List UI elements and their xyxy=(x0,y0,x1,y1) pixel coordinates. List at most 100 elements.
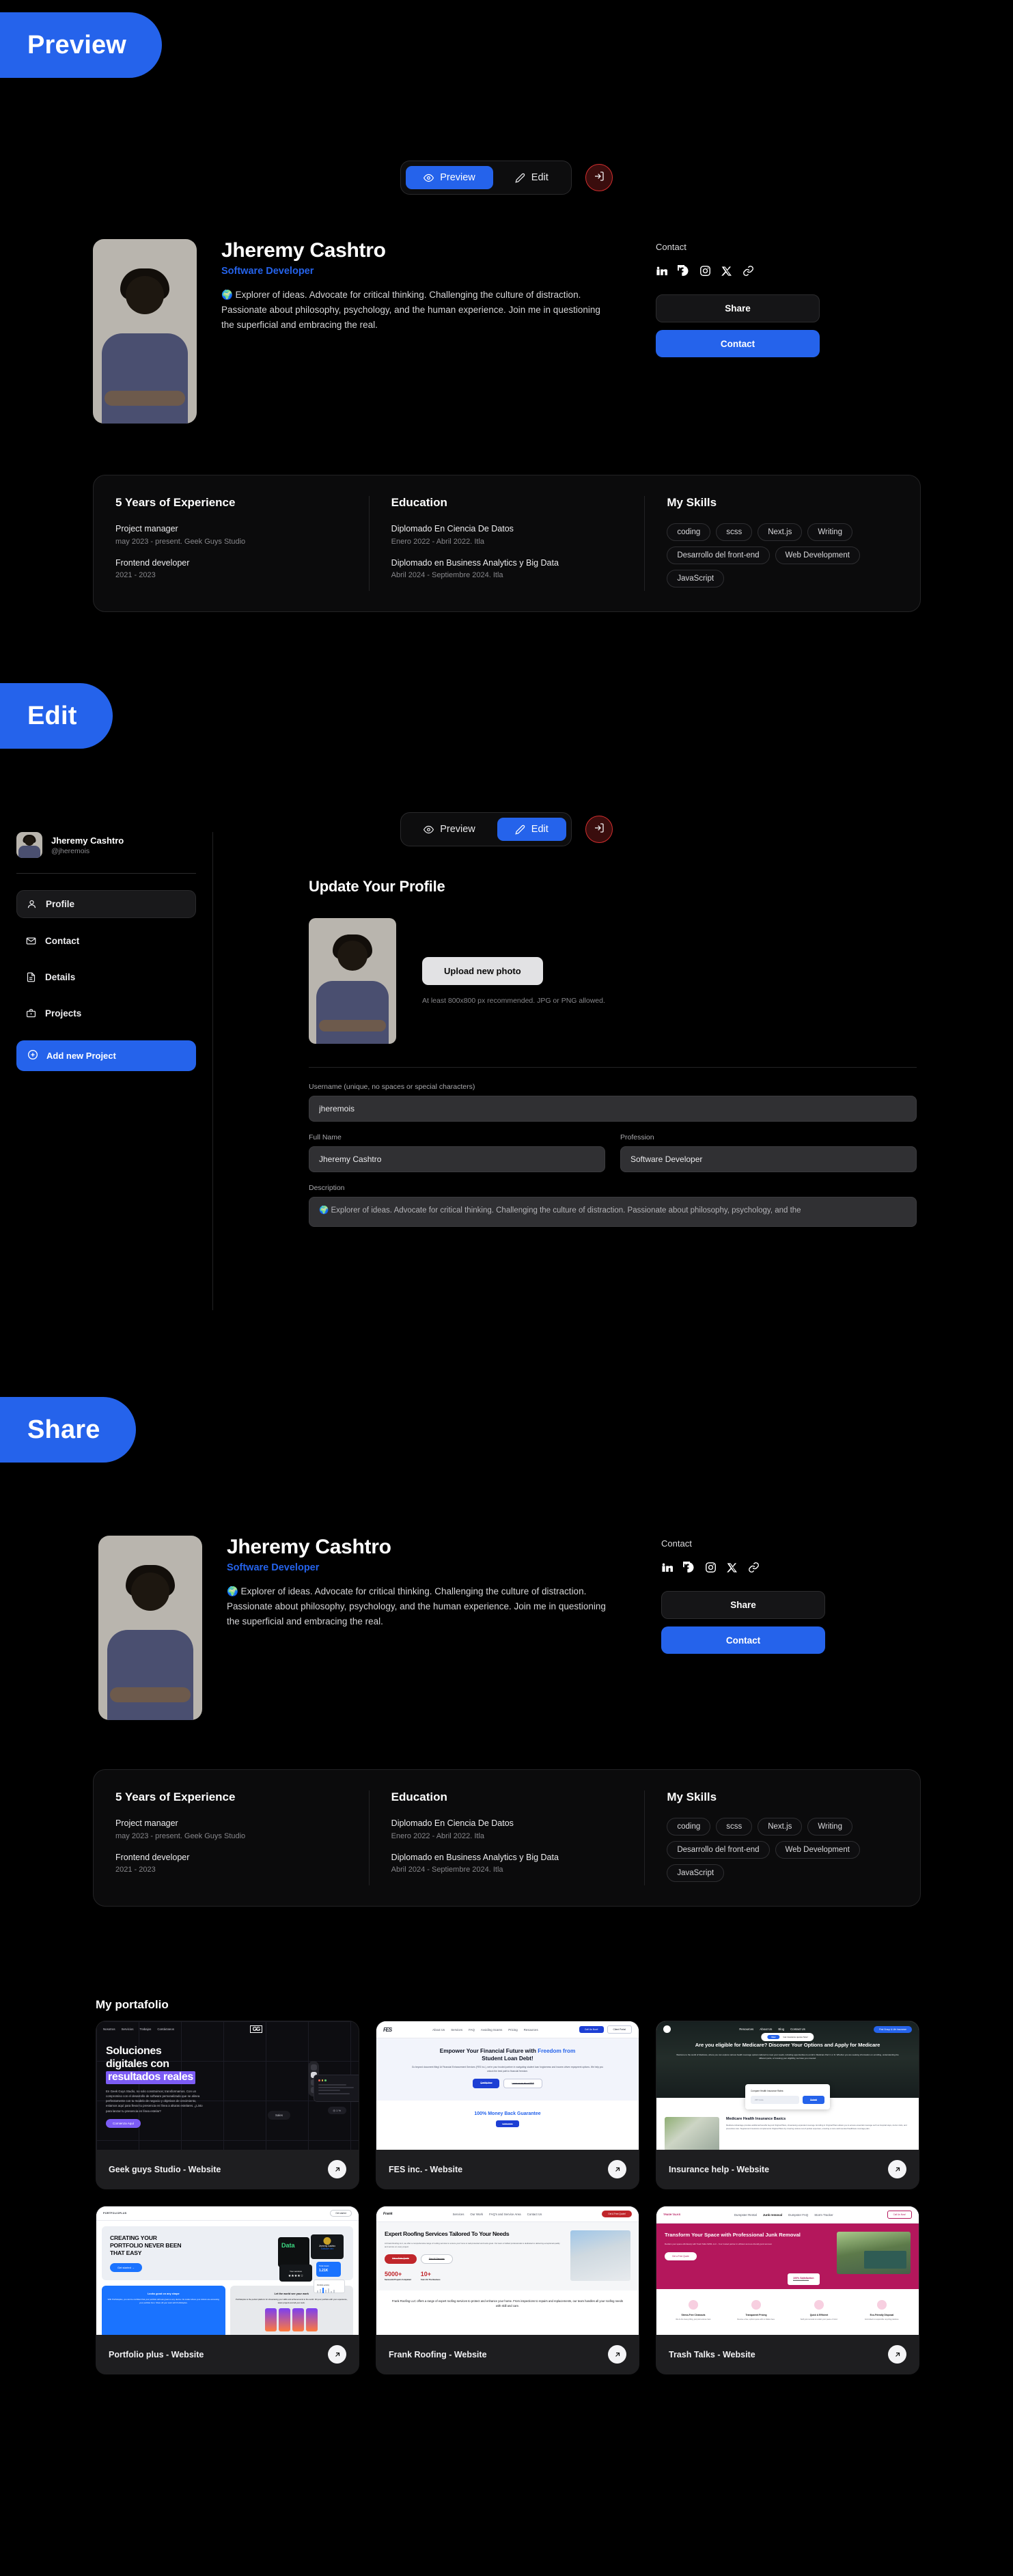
mock-feature-body: We do the heavy lifting, just point and … xyxy=(676,2318,711,2321)
project-screenshot: PORTFOLIOPLUS Get started CREATING YOUR … xyxy=(96,2206,359,2335)
x-icon[interactable] xyxy=(727,1562,738,1573)
portfolio-grid: Nosotros Servicios Trabajos Contáctanos … xyxy=(96,2021,919,2374)
project-name: Insurance help - Website xyxy=(669,2164,770,2174)
profession-input[interactable] xyxy=(620,1146,917,1172)
mock-cta: Get a Free Quote xyxy=(665,2252,697,2260)
mock-heading-highlight: resultados reales xyxy=(106,2071,195,2084)
mock-cta: Find Group & Life Insurance xyxy=(874,2025,912,2033)
facebook-icon[interactable] xyxy=(683,1562,695,1573)
pencil-icon xyxy=(515,825,525,835)
link-icon[interactable] xyxy=(748,1562,760,1573)
x-icon[interactable] xyxy=(721,266,732,277)
sidebar-item-label: Contact xyxy=(45,936,80,946)
skill-chip[interactable]: JavaScript xyxy=(667,570,725,587)
skill-chip[interactable]: Next.js xyxy=(758,523,803,541)
skill-chip[interactable]: scss xyxy=(716,523,753,541)
experience-entry: Frontend developer 2021 - 2023 xyxy=(115,557,347,580)
skill-chip[interactable]: Next.js xyxy=(758,1818,803,1836)
mock-nav-item: Services xyxy=(452,2212,464,2216)
preview-tab[interactable]: Preview xyxy=(406,818,493,841)
mock-views-label: Total views xyxy=(319,2265,329,2267)
view-mode-segmented-control: Preview Edit xyxy=(400,812,572,846)
project-name: Frank Roofing - Website xyxy=(389,2349,487,2359)
entry-meta: Enero 2022 - Abril 2022. Itla xyxy=(391,537,485,546)
skill-chip[interactable]: Web Development xyxy=(775,1841,860,1859)
open-project-arrow-icon[interactable] xyxy=(608,2160,626,2178)
edit-tab[interactable]: Edit xyxy=(497,818,566,841)
project-screenshot: Nosotros Servicios Trabajos Contáctanos … xyxy=(96,2021,359,2150)
sidebar-item-details[interactable]: Details xyxy=(16,964,196,991)
mock-logo: GG xyxy=(249,2025,263,2033)
mock-nav-item: Our Work xyxy=(470,2212,484,2216)
description-textarea[interactable] xyxy=(309,1197,917,1227)
mock-card-activity: Portfolio activity xyxy=(314,2280,345,2293)
project-card-insurance-help[interactable]: Resources About Us Blog Contact Us Find … xyxy=(656,2021,919,2189)
open-project-arrow-icon[interactable] xyxy=(328,2345,346,2364)
open-project-arrow-icon[interactable] xyxy=(608,2345,626,2364)
experience-column: 5 Years of Experience Project manager ma… xyxy=(94,1790,369,1885)
mock-body: Go beyond document filing! At Financial … xyxy=(411,2066,604,2073)
mock-nav-item: Resources xyxy=(739,2027,754,2031)
profile-bio: 🌍 Explorer of ideas. Advocate for critic… xyxy=(221,290,600,330)
mock-feature-title: Stress-Free Cleanouts xyxy=(681,2314,706,2316)
sidebar-item-profile[interactable]: Profile xyxy=(16,890,196,918)
skill-chip[interactable]: JavaScript xyxy=(667,1864,725,1882)
skill-chip[interactable]: coding xyxy=(667,523,711,541)
open-project-arrow-icon[interactable] xyxy=(328,2160,346,2178)
link-icon[interactable] xyxy=(743,265,754,277)
project-card-geek-guys[interactable]: Nosotros Servicios Trabajos Contáctanos … xyxy=(96,2021,359,2189)
skill-chip[interactable]: Desarrollo del front-end xyxy=(667,1841,770,1859)
username-input[interactable] xyxy=(309,1096,917,1122)
project-card-trash-talks[interactable]: TRASH TALKS Dumpster Rental Junk removal… xyxy=(656,2206,919,2374)
share-button[interactable]: Share xyxy=(661,1591,825,1619)
skill-chip[interactable]: scss xyxy=(716,1818,753,1836)
sidebar-item-contact[interactable]: Contact xyxy=(16,928,196,954)
skill-chip[interactable]: Web Development xyxy=(775,546,860,564)
fullname-input[interactable] xyxy=(309,1146,605,1172)
sidebar-item-projects[interactable]: Projects xyxy=(16,1000,196,1027)
logout-button[interactable] xyxy=(585,164,613,191)
instagram-icon[interactable] xyxy=(705,1562,717,1573)
mock-heading-line: Empower Your Financial Future with xyxy=(439,2048,538,2054)
contact-button[interactable]: Contact xyxy=(656,330,820,357)
project-card-frank-roofing[interactable]: Frank Services Our Work FAQ's and Servic… xyxy=(376,2206,639,2374)
edit-tab[interactable]: Edit xyxy=(497,166,566,189)
project-name: Geek guys Studio - Website xyxy=(109,2164,221,2174)
open-project-arrow-icon[interactable] xyxy=(888,2345,906,2364)
mock-nav-item: Nosotros xyxy=(103,2027,115,2031)
open-project-arrow-icon[interactable] xyxy=(888,2160,906,2178)
mock-cta: Get started → xyxy=(110,2263,142,2272)
skill-chip[interactable]: coding xyxy=(667,1818,711,1836)
contact-button[interactable]: Contact xyxy=(661,1626,825,1654)
view-mode-segmented-control: Preview Edit xyxy=(400,161,572,195)
project-card-fes[interactable]: FES About Us Services FAQ Avoiding Scams… xyxy=(376,2021,639,2189)
photo-upload-row: Upload new photo At least 800x800 px rec… xyxy=(309,918,917,1044)
avatar xyxy=(93,239,197,424)
entry-title: Diplomado en Business Analytics y Big Da… xyxy=(391,1852,559,1862)
share-button[interactable]: Share xyxy=(656,294,820,322)
sidebar-user: Jheremy Cashtro @jheremois xyxy=(16,832,196,858)
entry-meta: Abril 2024 - Septiembre 2024. Itla xyxy=(391,1866,503,1874)
profile-role: Software Developer xyxy=(221,266,314,277)
skill-chip[interactable]: Writing xyxy=(807,1818,852,1836)
contact-panel: Contact Share Contact xyxy=(661,1536,825,1654)
linkedin-icon[interactable] xyxy=(656,265,667,277)
entry-title: Frontend developer xyxy=(115,557,190,568)
document-icon xyxy=(26,972,36,982)
add-new-project-button[interactable]: Add new Project xyxy=(16,1040,196,1071)
project-card-portfolio-plus[interactable]: PORTFOLIOPLUS Get started CREATING YOUR … xyxy=(96,2206,359,2374)
logout-button[interactable] xyxy=(585,816,613,843)
mock-section-body: Medicare Advantage provides additional b… xyxy=(726,2124,907,2130)
preview-tab[interactable]: Preview xyxy=(406,166,493,189)
skills-heading: My Skills xyxy=(667,1790,717,1803)
instagram-icon[interactable] xyxy=(699,265,711,277)
mock-badge-sub: Guaranteed Service xyxy=(793,2280,809,2282)
logout-icon xyxy=(594,822,605,837)
experience-column: 5 Years of Experience Project manager ma… xyxy=(94,496,369,591)
profile-bio: 🌍 Explorer of ideas. Advocate for critic… xyxy=(227,1586,606,1626)
linkedin-icon[interactable] xyxy=(661,1562,673,1573)
upload-new-photo-button[interactable]: Upload new photo xyxy=(422,957,543,985)
skill-chip[interactable]: Desarrollo del front-end xyxy=(667,546,770,564)
skill-chip[interactable]: Writing xyxy=(807,523,852,541)
facebook-icon[interactable] xyxy=(678,265,689,277)
